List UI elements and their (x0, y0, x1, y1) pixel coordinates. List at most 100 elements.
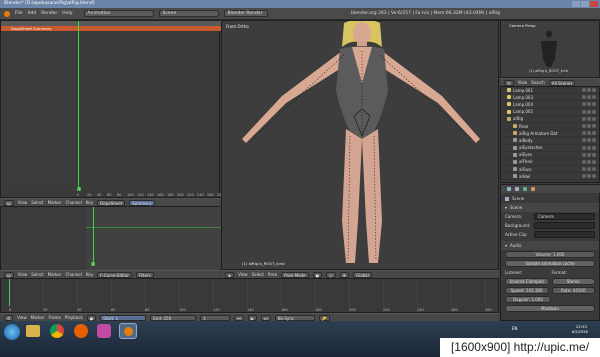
visibility-toggles[interactable] (582, 131, 599, 136)
world-tab-icon[interactable] (523, 187, 527, 191)
visibility-toggles[interactable] (582, 109, 599, 114)
clock-time[interactable]: 22:53 (576, 324, 587, 329)
eye-icon[interactable] (582, 152, 586, 157)
mixdown-button[interactable]: Mixdown (505, 305, 595, 312)
cursor-icon[interactable] (587, 138, 591, 143)
cursor-icon[interactable] (587, 159, 591, 164)
cursor-icon[interactable] (587, 124, 591, 129)
eye-icon[interactable] (582, 174, 586, 179)
tl-menu-playback[interactable]: Playback (65, 315, 83, 320)
eye-icon[interactable] (582, 116, 586, 121)
camera-icon[interactable] (592, 159, 596, 164)
cursor-icon[interactable] (587, 174, 591, 179)
clock-date[interactable]: 6/5/2556 (572, 330, 588, 334)
cursor-icon[interactable] (587, 109, 591, 114)
camera-icon[interactable] (592, 109, 596, 114)
cursor-icon[interactable] (587, 152, 591, 157)
visibility-toggles[interactable] (582, 102, 599, 107)
pivot-select[interactable]: ◎ (326, 271, 336, 278)
ge-menu-channel[interactable]: Channel (65, 272, 81, 277)
speed-field[interactable]: Speed: 343.300 (505, 287, 549, 294)
update-cache-button[interactable]: Update animation cache (505, 260, 595, 267)
shading-select[interactable]: ● (312, 271, 323, 278)
cursor-icon[interactable] (587, 88, 591, 93)
dopesheet-channel-region[interactable] (1, 31, 76, 191)
ge-menu-view[interactable]: View (18, 272, 28, 277)
eye-icon[interactable] (582, 131, 586, 136)
menu-render[interactable]: Render (41, 11, 57, 16)
filters-button[interactable]: Filters (135, 271, 154, 278)
eye-icon[interactable] (582, 145, 586, 150)
audio-panel-header[interactable]: ▾ Audio (501, 241, 599, 250)
graph-current-frame-line[interactable] (93, 207, 94, 265)
keying-set-icon[interactable]: 🔑 (318, 314, 330, 321)
outliner-item[interactable]: Pose (501, 123, 599, 131)
doppler-field[interactable]: Doppler: 1.000 (505, 296, 551, 303)
camera-icon[interactable] (592, 152, 596, 157)
visibility-toggles[interactable] (582, 95, 599, 100)
cursor-icon[interactable] (587, 95, 591, 100)
visibility-toggles[interactable] (582, 88, 599, 93)
active-clip-field[interactable] (534, 231, 595, 238)
cursor-icon[interactable] (587, 145, 591, 150)
volume-slider[interactable]: Volume: 1.000 (505, 251, 595, 258)
camera-icon[interactable] (592, 174, 596, 179)
eye-icon[interactable] (582, 138, 586, 143)
format-select[interactable]: Stereo (551, 278, 595, 285)
outliner-item[interactable]: alRig (501, 116, 599, 123)
viewport-editor-type-icon[interactable]: ◈ (225, 271, 235, 278)
visibility-toggles[interactable] (582, 159, 599, 164)
interaction-mode-select[interactable]: Pose Mode (281, 271, 309, 278)
camera-viewport[interactable]: Camera Persp (1) alRig b_ROOT_tcrsl (500, 20, 600, 78)
dopesheet-mode-select[interactable]: DopeSheet (97, 199, 126, 206)
language-indicator[interactable]: EN (512, 326, 518, 331)
ds-menu-key[interactable]: Key (86, 200, 93, 205)
outliner-item[interactable]: Lamp.005 (501, 109, 599, 116)
scene-panel-header[interactable]: ▾ Scene (501, 203, 599, 212)
orientation-select[interactable]: Global (352, 271, 372, 278)
record-button[interactable]: ● (86, 314, 97, 321)
blender-logo-icon[interactable] (4, 10, 10, 17)
graph-editor-type-icon[interactable]: ▤ (4, 271, 14, 278)
properties-editor[interactable]: Scene ▾ Scene Camera: Camera Background:… (500, 184, 600, 321)
start-frame-field[interactable]: Start: 1 (100, 314, 147, 321)
chrome-icon[interactable] (50, 324, 64, 338)
visibility-toggles[interactable] (582, 145, 599, 150)
visibility-toggles[interactable] (582, 138, 599, 143)
camera-icon[interactable] (592, 88, 596, 93)
ds-menu-select[interactable]: Select (31, 200, 43, 205)
jump-end-button[interactable]: ⏭ (260, 314, 271, 321)
render-engine-select[interactable]: Blender Render (223, 10, 268, 17)
menu-file[interactable]: File (15, 11, 23, 16)
ds-menu-marker[interactable]: Marker (48, 200, 62, 205)
graph-region[interactable] (86, 207, 221, 271)
summary-toggle[interactable]: Summary (129, 199, 155, 206)
eye-icon[interactable] (582, 88, 586, 93)
outliner-item[interactable]: alBody (501, 137, 599, 145)
render-tab-icon[interactable] (507, 187, 511, 191)
outliner-item[interactable]: alFace (501, 166, 599, 174)
jump-start-button[interactable]: ⏮ (234, 314, 244, 321)
visibility-toggles[interactable] (582, 167, 599, 172)
outliner-item[interactable]: alEyelashes (501, 145, 599, 152)
outliner-item[interactable]: Lamp.004 (501, 101, 599, 109)
cursor-icon[interactable] (587, 116, 591, 121)
eye-icon[interactable] (582, 159, 586, 164)
ge-menu-select[interactable]: Select (31, 272, 43, 277)
eye-icon[interactable] (582, 102, 586, 107)
screen-layout-select[interactable]: Animation (83, 10, 154, 17)
menu-add[interactable]: Add (28, 11, 37, 16)
ol-menu-search[interactable]: Search (531, 80, 545, 85)
visibility-toggles[interactable] (582, 174, 599, 179)
ds-menu-view[interactable]: View (18, 200, 28, 205)
current-frame-field[interactable]: 1 (200, 314, 231, 321)
current-frame-line[interactable] (78, 21, 79, 191)
visibility-toggles[interactable] (582, 116, 599, 121)
blender-taskbar-icon[interactable] (119, 323, 137, 339)
timeline-current-frame-line[interactable] (9, 279, 10, 306)
vp-menu-view[interactable]: View (238, 272, 248, 277)
background-field[interactable] (534, 222, 595, 229)
graph-editor[interactable]: 1 (0, 206, 221, 271)
tl-menu-view[interactable]: View (17, 315, 27, 320)
close-button[interactable] (590, 1, 598, 7)
